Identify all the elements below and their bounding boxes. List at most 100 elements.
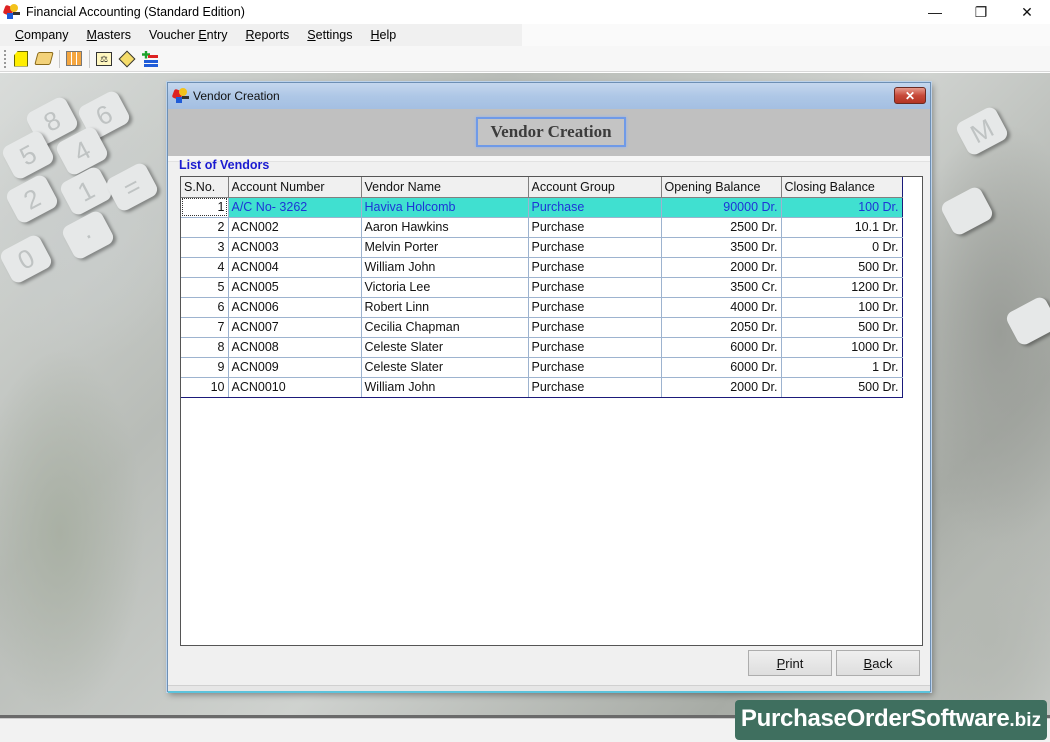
table-row[interactable]: 8 ACN008 Celeste Slater Purchase 6000 Dr. 100… [181, 337, 903, 358]
dialog-close-button[interactable]: ✕ [894, 87, 926, 104]
close-button[interactable]: ✕ [1004, 0, 1050, 24]
cell-vendor-name[interactable]: Cecilia Chapman [361, 317, 529, 338]
cell-sno[interactable]: 2 [181, 217, 229, 238]
cell-vendor-name[interactable]: Melvin Porter [361, 237, 529, 258]
cell-opening-balance[interactable]: 4000 Dr. [661, 297, 782, 318]
grid-button[interactable] [64, 49, 84, 69]
cell-sno[interactable]: 6 [181, 297, 229, 318]
cell-opening-balance[interactable]: 2050 Dr. [661, 317, 782, 338]
diamond-button[interactable] [117, 49, 137, 69]
open-button[interactable] [34, 49, 54, 69]
menu-item-settings[interactable]: Settings [298, 28, 361, 42]
cell-opening-balance[interactable]: 6000 Dr. [661, 357, 782, 378]
menu-item-voucher-entry[interactable]: Voucher Entry [140, 28, 237, 42]
cell-opening-balance[interactable]: 90000 Dr. [661, 197, 782, 218]
cell-closing-balance[interactable]: 500 Dr. [781, 317, 903, 338]
open-folder-icon [34, 52, 54, 65]
cell-account-group[interactable]: Purchase [528, 197, 662, 218]
add-list-button[interactable] [140, 49, 160, 69]
cell-account-number[interactable]: ACN0010 [228, 377, 362, 398]
cell-closing-balance[interactable]: 0 Dr. [781, 237, 903, 258]
cell-account-number[interactable]: ACN004 [228, 257, 362, 278]
table-row[interactable]: 5 ACN005 Victoria Lee Purchase 3500 Cr. 1200 … [181, 277, 903, 298]
cell-closing-balance[interactable]: 10.1 Dr. [781, 217, 903, 238]
cell-account-number[interactable]: ACN007 [228, 317, 362, 338]
watermark-banner: PurchaseOrderSoftware .biz [735, 700, 1047, 740]
table-row[interactable]: 9 ACN009 Celeste Slater Purchase 6000 Dr. 1 D… [181, 357, 903, 378]
cell-vendor-name[interactable]: Haviva Holcomb [361, 197, 529, 218]
cell-account-number[interactable]: ACN008 [228, 337, 362, 358]
cell-account-group[interactable]: Purchase [528, 377, 662, 398]
menu-item-company[interactable]: Company [6, 28, 78, 42]
cell-vendor-name[interactable]: William John [361, 377, 529, 398]
column-header-account-group[interactable]: Account Group [528, 177, 662, 198]
column-header-vendor-name[interactable]: Vendor Name [361, 177, 529, 198]
cell-sno[interactable]: 5 [181, 277, 229, 298]
cell-account-number[interactable]: ACN006 [228, 297, 362, 318]
cell-closing-balance[interactable]: 1000 Dr. [781, 337, 903, 358]
cell-sno[interactable]: 10 [181, 377, 229, 398]
cell-opening-balance[interactable]: 2000 Dr. [661, 257, 782, 278]
column-header-closing-balance[interactable]: Closing Balance [781, 177, 903, 198]
cell-vendor-name[interactable]: Aaron Hawkins [361, 217, 529, 238]
menu-item-help[interactable]: Help [361, 28, 405, 42]
back-button[interactable]: Back [836, 650, 920, 676]
cell-account-group[interactable]: Purchase [528, 357, 662, 378]
restore-button[interactable]: ❐ [958, 0, 1004, 24]
table-row[interactable]: 10 ACN0010 William John Purchase 2000 Dr. 500… [181, 377, 903, 398]
cell-account-group[interactable]: Purchase [528, 257, 662, 278]
cell-vendor-name[interactable]: Celeste Slater [361, 357, 529, 378]
cell-account-number[interactable]: ACN009 [228, 357, 362, 378]
cell-opening-balance[interactable]: 2000 Dr. [661, 377, 782, 398]
cell-sno[interactable]: 9 [181, 357, 229, 378]
cell-closing-balance[interactable]: 1200 Dr. [781, 277, 903, 298]
cell-closing-balance[interactable]: 100 Dr. [781, 197, 903, 218]
column-header-account-number[interactable]: Account Number [228, 177, 362, 198]
cell-account-number[interactable]: ACN005 [228, 277, 362, 298]
cell-opening-balance[interactable]: 2500 Dr. [661, 217, 782, 238]
menu-item-masters[interactable]: Masters [78, 28, 140, 42]
table-row[interactable]: 1 A/C No- 3262 Haviva Holcomb Purchase 90000… [181, 197, 903, 218]
cell-vendor-name[interactable]: Robert Linn [361, 297, 529, 318]
minimize-button[interactable]: — [912, 0, 958, 24]
menu-item-reports[interactable]: Reports [237, 28, 299, 42]
cell-account-group[interactable]: Purchase [528, 277, 662, 298]
new-button[interactable] [11, 49, 31, 69]
table-row[interactable]: 4 ACN004 William John Purchase 2000 Dr. 500 D… [181, 257, 903, 278]
toolbar-grip[interactable] [4, 49, 7, 68]
cell-vendor-name[interactable]: Celeste Slater [361, 337, 529, 358]
balance-button[interactable]: ⚖ [94, 49, 114, 69]
column-header-opening-balance[interactable]: Opening Balance [661, 177, 782, 198]
cell-account-group[interactable]: Purchase [528, 237, 662, 258]
cell-sno[interactable]: 3 [181, 237, 229, 258]
column-header-sno[interactable]: S.No. [181, 177, 229, 198]
dialog-titlebar[interactable]: Vendor Creation ✕ [168, 83, 930, 109]
cell-closing-balance[interactable]: 100 Dr. [781, 297, 903, 318]
cell-sno[interactable]: 7 [181, 317, 229, 338]
cell-sno[interactable]: 8 [181, 337, 229, 358]
cell-vendor-name[interactable]: Victoria Lee [361, 277, 529, 298]
cell-vendor-name[interactable]: William John [361, 257, 529, 278]
cell-closing-balance[interactable]: 500 Dr. [781, 377, 903, 398]
cell-account-group[interactable]: Purchase [528, 337, 662, 358]
cell-account-number[interactable]: A/C No- 3262 [228, 197, 362, 218]
background-decoration [939, 184, 995, 238]
table-row[interactable]: 6 ACN006 Robert Linn Purchase 4000 Dr. 100 Dr… [181, 297, 903, 318]
cell-account-number[interactable]: ACN003 [228, 237, 362, 258]
table-row[interactable]: 3 ACN003 Melvin Porter Purchase 3500 Dr. 0 Dr… [181, 237, 903, 258]
cell-account-group[interactable]: Purchase [528, 297, 662, 318]
cell-opening-balance[interactable]: 3500 Dr. [661, 237, 782, 258]
print-button[interactable]: Print [748, 650, 832, 676]
cell-sno[interactable]: 1 [181, 197, 229, 218]
cell-account-group[interactable]: Purchase [528, 217, 662, 238]
cell-account-group[interactable]: Purchase [528, 317, 662, 338]
cell-opening-balance[interactable]: 6000 Dr. [661, 337, 782, 358]
cell-sno[interactable]: 4 [181, 257, 229, 278]
app-title: Financial Accounting (Standard Edition) [26, 5, 245, 19]
table-row[interactable]: 2 ACN002 Aaron Hawkins Purchase 2500 Dr. 10.1… [181, 217, 903, 238]
cell-closing-balance[interactable]: 1 Dr. [781, 357, 903, 378]
cell-opening-balance[interactable]: 3500 Cr. [661, 277, 782, 298]
cell-account-number[interactable]: ACN002 [228, 217, 362, 238]
cell-closing-balance[interactable]: 500 Dr. [781, 257, 903, 278]
table-row[interactable]: 7 ACN007 Cecilia Chapman Purchase 2050 Dr. 50… [181, 317, 903, 338]
